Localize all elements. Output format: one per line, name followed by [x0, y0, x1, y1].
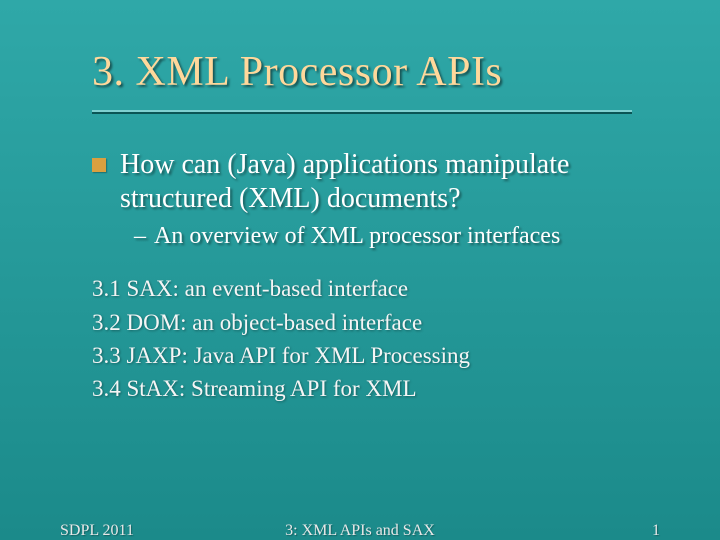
- title-divider: [92, 110, 632, 114]
- list-item: 3.1 SAX: an event-based interface: [92, 272, 660, 305]
- main-text: How can (Java) applications manipulate s…: [120, 148, 660, 215]
- list-item: 3.3 JAXP: Java API for XML Processing: [92, 339, 660, 372]
- dash-icon: –: [134, 223, 146, 250]
- slide-title: 3. XML Processor APIs: [92, 48, 502, 96]
- bullet-main: How can (Java) applications manipulate s…: [92, 148, 660, 215]
- sub-text: An overview of XML processor interfaces: [154, 223, 560, 250]
- sub-bullet: – An overview of XML processor interface…: [134, 223, 660, 250]
- list-item: 3.2 DOM: an object-based interface: [92, 306, 660, 339]
- slide-content: How can (Java) applications manipulate s…: [92, 148, 660, 406]
- slide: 3. XML Processor APIs How can (Java) app…: [0, 0, 720, 540]
- list-item: 3.4 StAX: Streaming API for XML: [92, 372, 660, 405]
- bullet-square-icon: [92, 158, 106, 172]
- footer-page-number: 1: [652, 522, 660, 540]
- footer-center: 3: XML APIs and SAX: [0, 522, 720, 540]
